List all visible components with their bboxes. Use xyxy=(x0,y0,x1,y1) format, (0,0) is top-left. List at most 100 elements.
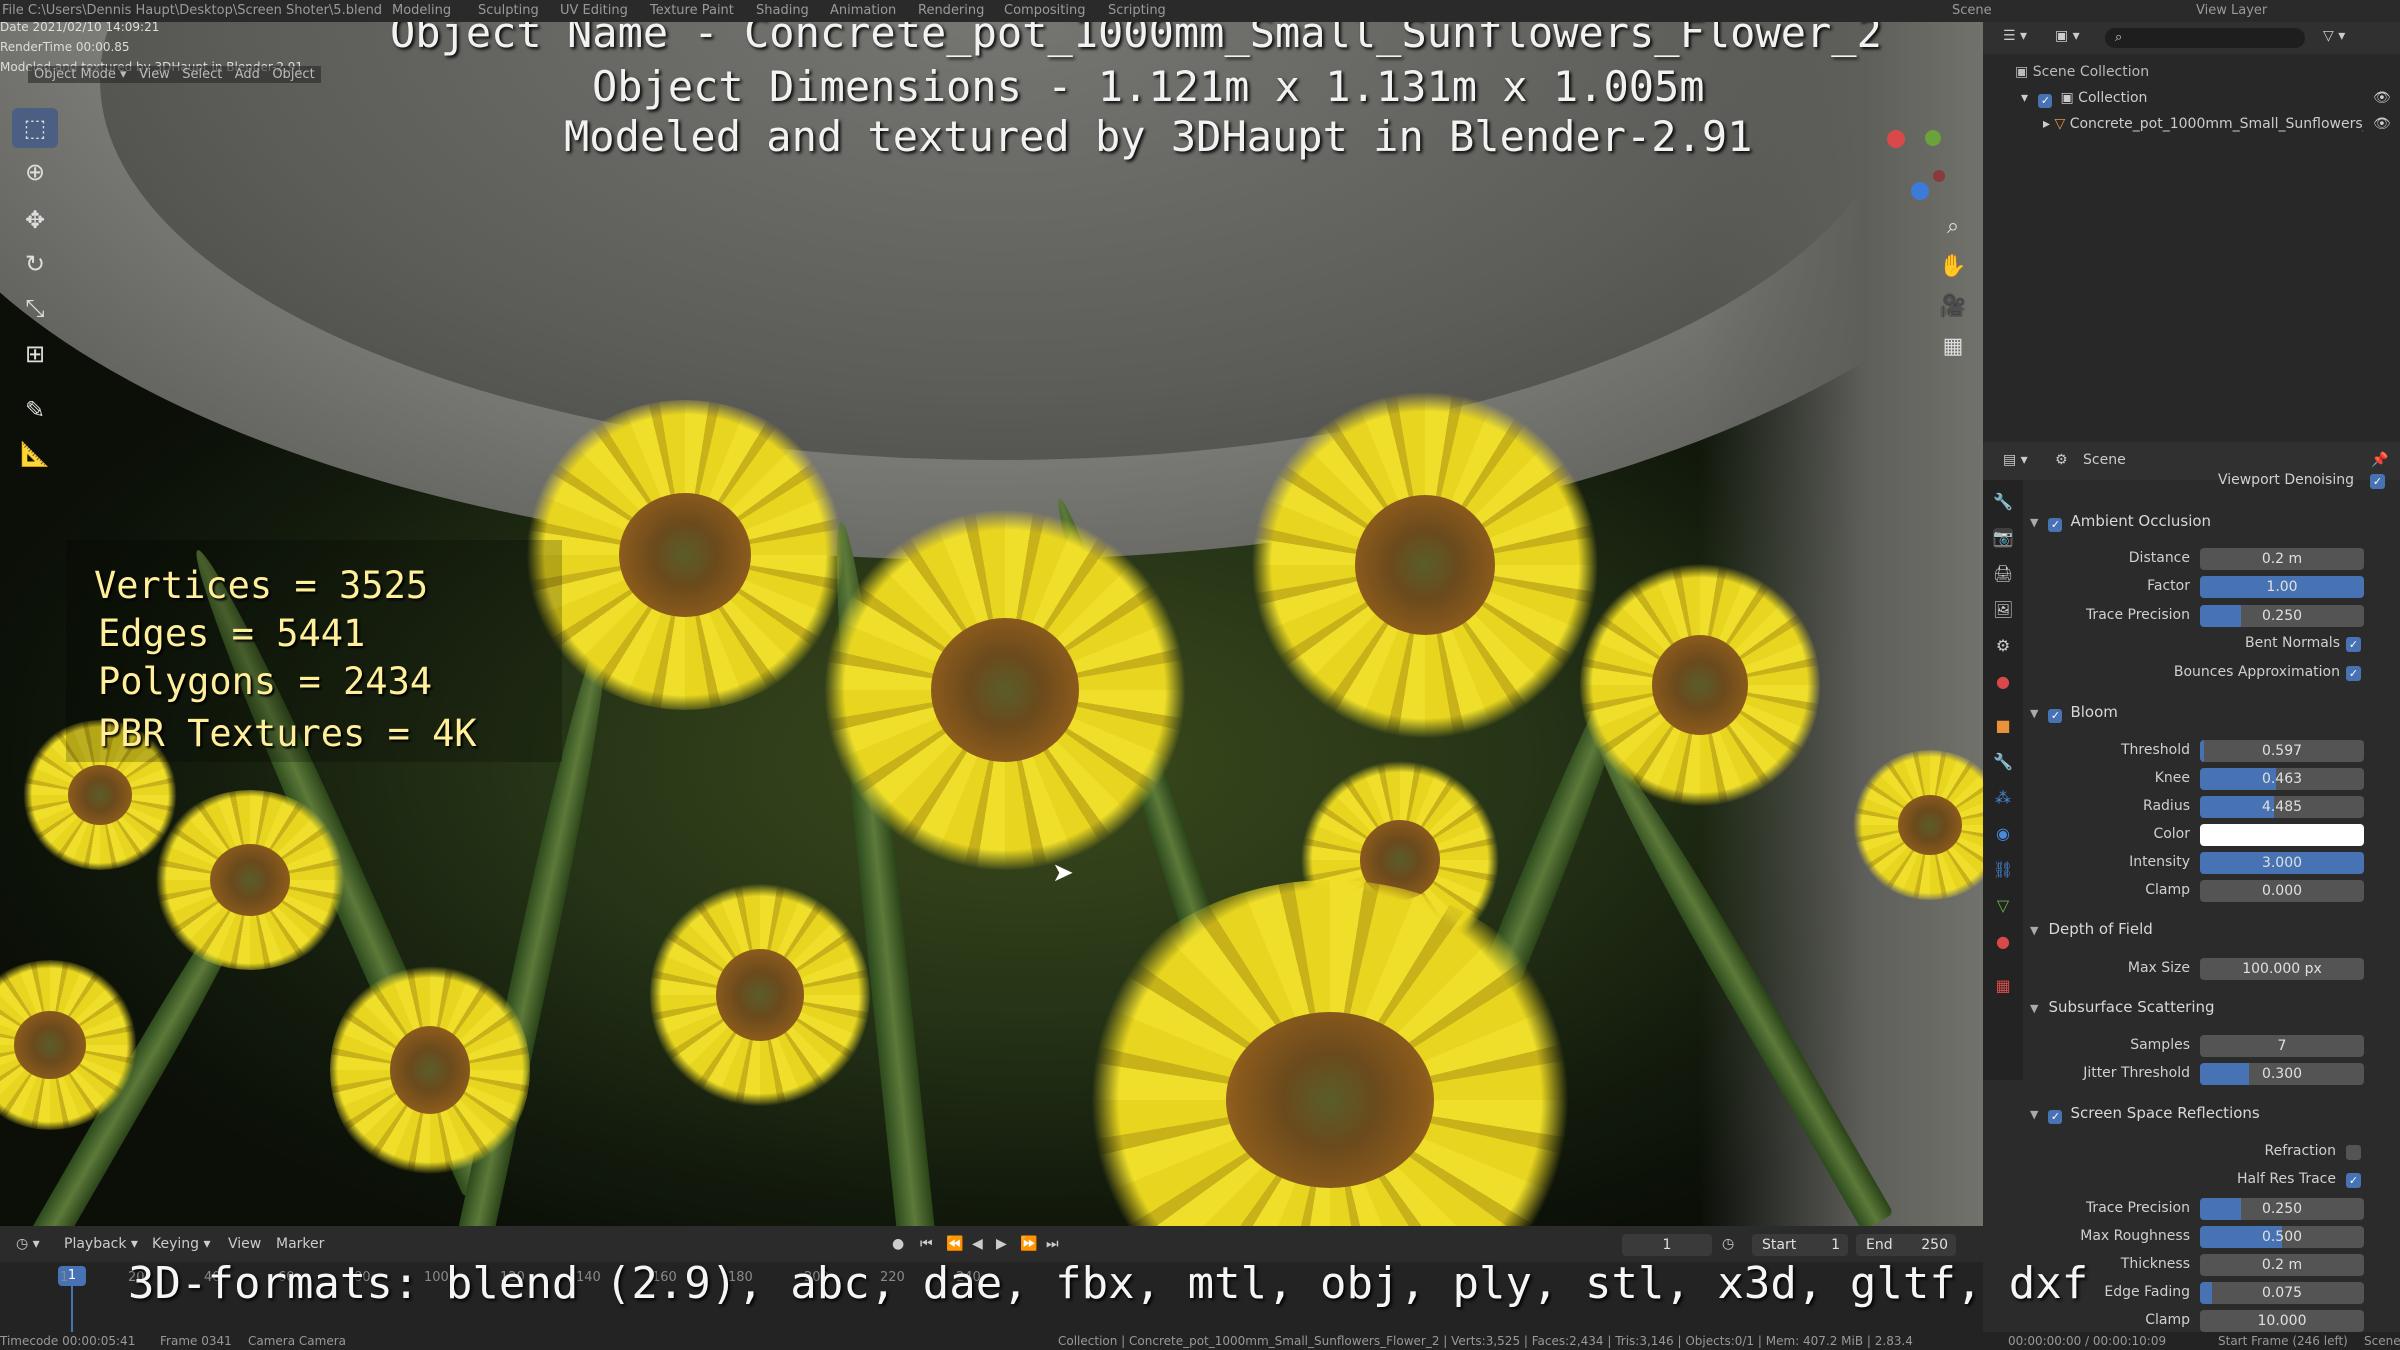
3d-viewport[interactable]: Date 2021/02/10 14:09:21 RenderTime 00:0… xyxy=(0,0,1983,1226)
filter-icon[interactable]: ▽ ▾ xyxy=(2323,28,2345,44)
zoom-icon[interactable]: ⌕ xyxy=(1938,212,1968,242)
workspace-tab[interactable]: Scripting xyxy=(1108,3,1166,18)
bounces-approx-checkbox[interactable]: ✓ xyxy=(2346,666,2361,681)
mode-menu[interactable]: Object Mode ▾ View Select Add Object xyxy=(28,66,321,83)
visibility-eye-icon[interactable]: 👁 xyxy=(2373,116,2391,132)
measure-icon[interactable]: 📐 xyxy=(12,434,58,474)
modifier-tab-icon[interactable]: 🔧 xyxy=(1993,752,2013,772)
visibility-eye-icon[interactable]: 👁 xyxy=(2373,90,2391,106)
world-tab-icon[interactable]: ● xyxy=(1993,672,2013,692)
ao-distance-field[interactable]: 0.2 m xyxy=(2200,548,2364,570)
jump-start-icon[interactable]: ⏮ xyxy=(920,1236,933,1252)
select-menu[interactable]: Select xyxy=(182,67,222,82)
transform-icon[interactable]: ⊞ xyxy=(12,334,58,374)
add-menu[interactable]: Add xyxy=(235,67,260,82)
data-tab-icon[interactable]: ▽ xyxy=(1993,896,2013,916)
camera-view-icon[interactable]: 🎥 xyxy=(1938,292,1968,322)
workspace-tab[interactable]: Rendering xyxy=(918,3,984,18)
physics-tab-icon[interactable]: ◉ xyxy=(1993,824,2013,844)
grid-icon[interactable]: ▦ xyxy=(1938,332,1968,362)
prev-keyframe-icon[interactable]: ⏪ xyxy=(946,1236,963,1252)
viewport-denoising-checkbox[interactable]: ✓ xyxy=(2370,474,2385,489)
particles-tab-icon[interactable]: ⁂ xyxy=(1993,788,2013,808)
sss-samples-field[interactable]: 7 xyxy=(2200,1035,2364,1057)
scale-icon[interactable]: ⤡ xyxy=(12,288,58,328)
scene-collection-row[interactable]: ▣ Scene Collection xyxy=(2015,64,2149,80)
select-box-icon[interactable]: ⬚ xyxy=(12,108,58,148)
bloom-radius-field[interactable]: 4.485 xyxy=(2200,796,2364,818)
ssr-refraction-checkbox[interactable]: ✓ xyxy=(2346,1145,2361,1160)
object-mode-dropdown[interactable]: Object Mode xyxy=(34,67,116,82)
jump-end-icon[interactable]: ⏭ xyxy=(1046,1236,1059,1252)
bloom-header[interactable]: ▼ ✓ Bloom xyxy=(2030,703,2118,723)
marker-menu[interactable]: Marker xyxy=(276,1236,324,1252)
ssr-edge-fading-field[interactable]: 0.075 xyxy=(2200,1282,2364,1304)
dof-max-size-field[interactable]: 100.000 px xyxy=(2200,958,2364,980)
end-frame-field[interactable]: End 250 xyxy=(1856,1234,1956,1256)
file-path[interactable]: File C:\Users\Dennis Haupt\Desktop\Scree… xyxy=(2,3,382,18)
display-mode-icon[interactable]: ☰ ▾ xyxy=(2003,28,2027,44)
object-tab-icon[interactable]: ■ xyxy=(1993,716,2013,736)
view-layer-tab-icon[interactable]: 🖼 xyxy=(1993,600,2013,620)
play-reverse-icon[interactable]: ◀ xyxy=(972,1236,983,1252)
timer-icon[interactable]: ◷ xyxy=(1722,1236,1734,1252)
scene-tab-icon[interactable]: ⚙ xyxy=(1993,636,2013,656)
scene-selector[interactable]: Scene xyxy=(1952,3,1992,18)
start-frame-field[interactable]: Start 1 xyxy=(1752,1234,1848,1256)
bloom-intensity-field[interactable]: 3.000 xyxy=(2200,852,2364,874)
view-menu[interactable]: View xyxy=(139,67,170,82)
ssr-half-res-checkbox[interactable]: ✓ xyxy=(2346,1173,2361,1188)
bloom-knee-field[interactable]: 0.463 xyxy=(2200,768,2364,790)
playback-menu[interactable]: Playback ▾ xyxy=(64,1236,138,1252)
workspace-tab[interactable]: Modeling xyxy=(392,3,451,18)
current-frame-field[interactable]: 1 xyxy=(1622,1234,1712,1256)
pin-icon[interactable]: 📌 xyxy=(2371,452,2388,468)
texture-tab-icon[interactable]: ▦ xyxy=(1993,976,2013,996)
object-menu[interactable]: Object xyxy=(272,67,314,82)
outliner-search-input[interactable]: ⌕ xyxy=(2105,28,2305,48)
workspace-tab[interactable]: Sculpting xyxy=(478,3,539,18)
navigation-gizmo[interactable] xyxy=(1875,118,1955,200)
view-layer-selector[interactable]: View Layer xyxy=(2196,3,2267,18)
move-icon[interactable]: ✥ xyxy=(12,200,58,240)
cursor-icon[interactable]: ⊕ xyxy=(12,152,58,192)
workspace-tab[interactable]: Texture Paint xyxy=(650,3,734,18)
play-icon[interactable]: ▶ xyxy=(996,1236,1007,1252)
keying-menu[interactable]: Keying ▾ xyxy=(152,1236,211,1252)
ao-trace-precision-field[interactable]: 0.250 xyxy=(2200,605,2364,627)
workspace-tab[interactable]: UV Editing xyxy=(560,3,628,18)
pan-icon[interactable]: ✋ xyxy=(1938,252,1968,282)
constraints-tab-icon[interactable]: ⛓ xyxy=(1993,860,2013,880)
annotate-icon[interactable]: ✎ xyxy=(12,390,58,430)
bloom-clamp-field[interactable]: 0.000 xyxy=(2200,880,2364,902)
workspace-tab[interactable]: Animation xyxy=(830,3,896,18)
output-tab-icon[interactable]: 🖨 xyxy=(1993,564,2013,584)
workspace-tab[interactable]: Compositing xyxy=(1004,3,1086,18)
ssr-max-roughness-field[interactable]: 0.500 xyxy=(2200,1226,2364,1248)
editor-type-icon[interactable]: ▤ ▾ xyxy=(2003,452,2028,468)
ssr-trace-precision-field[interactable]: 0.250 xyxy=(2200,1198,2364,1220)
view-icon[interactable]: ▣ ▾ xyxy=(2055,28,2080,44)
ao-factor-field[interactable]: 1.00 xyxy=(2200,576,2364,598)
sss-header[interactable]: ▼ Subsurface Scattering xyxy=(2030,998,2215,1016)
view-menu[interactable]: View xyxy=(228,1236,261,1252)
material-tab-icon[interactable]: ● xyxy=(1993,932,2013,952)
rotate-icon[interactable]: ↻ xyxy=(12,244,58,284)
tool-tab-icon[interactable]: 🔧 xyxy=(1993,492,2013,512)
ssr-thickness-field[interactable]: 0.2 m xyxy=(2200,1254,2364,1276)
bloom-color-swatch[interactable] xyxy=(2200,824,2364,846)
ambient-occlusion-header[interactable]: ▼ ✓ Ambient Occlusion xyxy=(2030,512,2211,532)
bloom-threshold-field[interactable]: 0.597 xyxy=(2200,740,2364,762)
editor-type-icon[interactable]: ◷ ▾ xyxy=(16,1236,40,1252)
ssr-clamp-field[interactable]: 10.000 xyxy=(2200,1310,2364,1332)
dof-header[interactable]: ▼ Depth of Field xyxy=(2030,920,2153,938)
collection-row[interactable]: ▾ ✓ ▣ Collection xyxy=(2021,90,2147,108)
object-row[interactable]: ▸ ▽ Concrete_pot_1000mm_Small_Sunflowers… xyxy=(2043,116,2363,132)
render-tab-icon[interactable]: 📷 xyxy=(1993,528,2013,548)
sss-jitter-field[interactable]: 0.300 xyxy=(2200,1063,2364,1085)
next-keyframe-icon[interactable]: ⏩ xyxy=(1020,1236,1037,1252)
bent-normals-checkbox[interactable]: ✓ xyxy=(2346,637,2361,652)
ssr-header[interactable]: ▼ ✓ Screen Space Reflections xyxy=(2030,1104,2260,1124)
workspace-tab[interactable]: Shading xyxy=(756,3,809,18)
record-icon[interactable]: ● xyxy=(892,1236,904,1252)
